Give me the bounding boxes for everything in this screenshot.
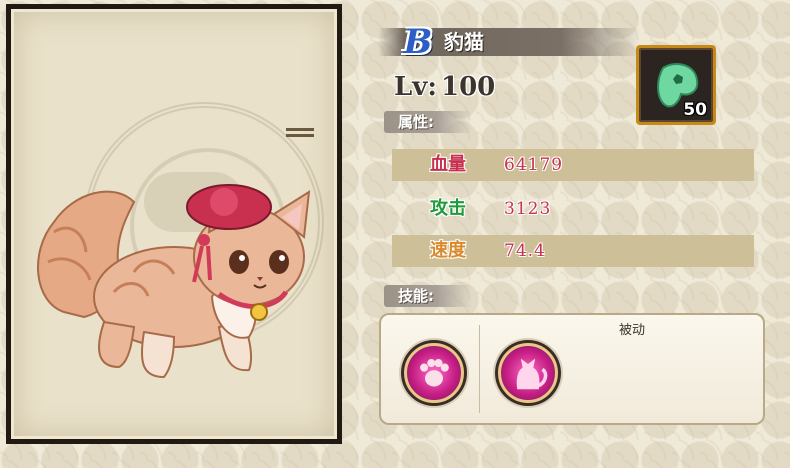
stat-name-speed: 速度 — [430, 240, 466, 261]
stat-name-attack: 攻击 — [430, 198, 466, 219]
item-slot[interactable]: 50 — [636, 45, 716, 125]
grade-badge: B — [403, 22, 433, 62]
skills-label: 技能: — [384, 285, 472, 307]
cat-silhouette-skill-icon — [498, 343, 558, 403]
paw-skill-icon — [404, 343, 464, 403]
skill-slot-2[interactable] — [495, 340, 561, 406]
cloud-emblem-decoration — [84, 102, 324, 342]
stat-name-hp: 血量 — [430, 154, 466, 175]
pet-portrait-card — [6, 4, 342, 444]
stat-value-speed: 74.4 — [504, 241, 546, 261]
pet-level: Lv: 100 — [394, 70, 495, 104]
pet-name: 豹猫 — [444, 30, 484, 54]
stat-value-attack: 3123 — [504, 199, 552, 219]
portrait-parchment — [11, 9, 337, 439]
leopard-cat-illustration — [37, 184, 311, 379]
dash-decoration — [286, 128, 314, 131]
stat-row-hp: 血量 64179 — [392, 149, 754, 181]
skill-slot-1[interactable] — [401, 340, 467, 406]
skills-divider — [479, 325, 480, 413]
stat-row-speed: 速度 74.4 — [392, 235, 754, 267]
attributes-label: 属性: — [384, 111, 472, 133]
stat-row-attack: 攻击 3123 — [392, 193, 754, 225]
level-label: Lv: — [394, 72, 437, 102]
level-value: 100 — [441, 72, 496, 102]
stat-value-hp: 64179 — [504, 155, 564, 175]
cloud-decoration — [144, 172, 244, 232]
item-count: 50 — [683, 100, 707, 120]
item-frame: 50 — [639, 48, 713, 122]
passive-label: 被动 — [619, 323, 646, 338]
skills-panel: 被动 — [379, 313, 765, 425]
